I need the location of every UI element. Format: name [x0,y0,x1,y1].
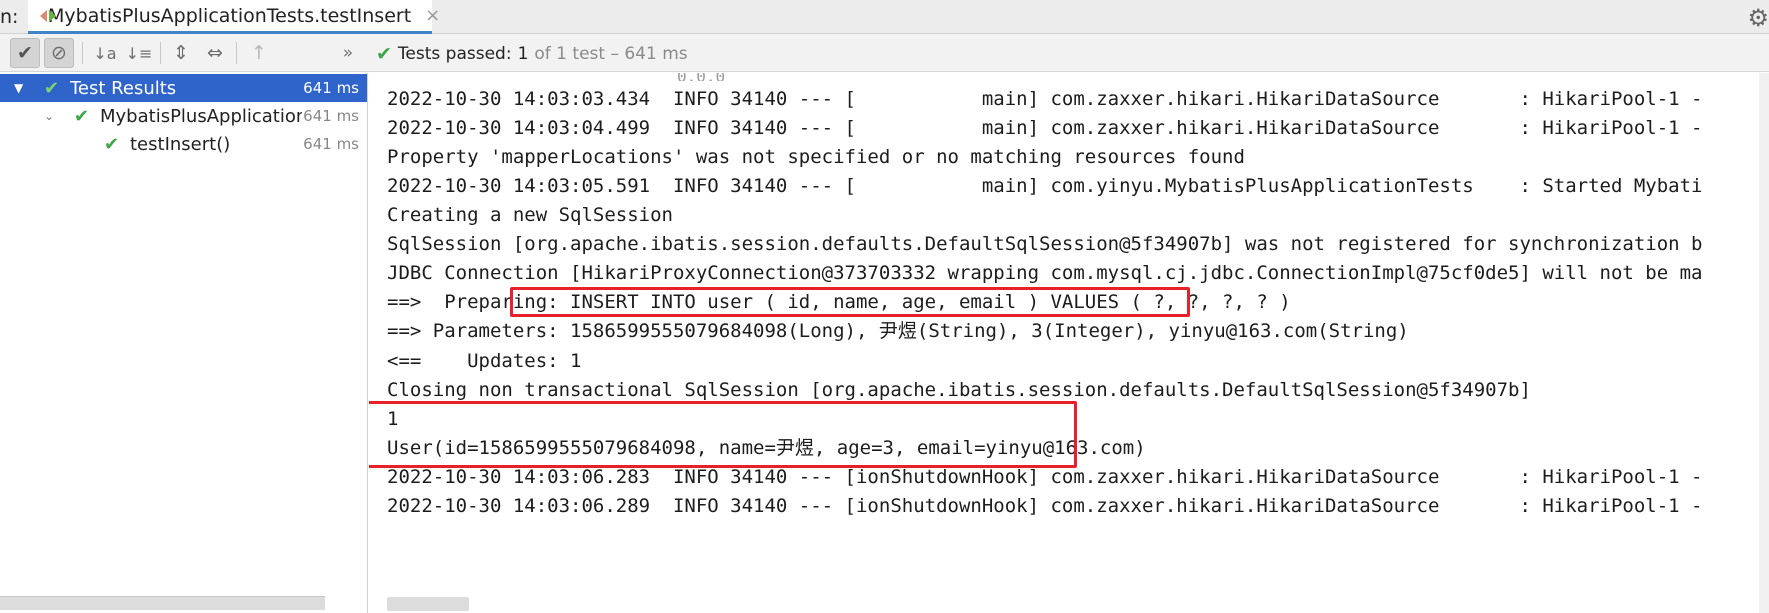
show-passed-button[interactable]: ✔ [10,38,40,68]
toolbar-separator [236,42,237,64]
console-line: SqlSession [org.apache.ibatis.session.de… [387,233,1703,255]
tree-item-test-results[interactable]: ▼ ✔ Test Results 641 ms [0,74,367,102]
sort-duration-icon: ↓≡ [125,43,153,63]
chevron-down-icon[interactable]: ⌄ [44,109,54,123]
run-label: n: [0,6,19,28]
result-highlight-box [369,401,1077,468]
test-results-tree: ▼ ✔ Test Results 641 ms ⌄ ✔ MybatisPlusA… [0,73,368,613]
tab-test-insert[interactable]: MybatisPlusApplicationTests.testInsert × [28,0,440,34]
console-line: Closing non transactional SqlSession [or… [387,379,1531,401]
collapse-all-button[interactable]: ⇔ [200,38,230,68]
more-actions-button[interactable]: » [338,38,358,68]
console-line: JDBC Connection [HikariProxyConnection@3… [387,262,1703,284]
console-line: 2022-10-30 14:03:06.289 INFO 34140 --- [… [387,495,1703,517]
collapse-all-icon: ⇔ [207,42,223,64]
tab-bar: n: MybatisPlusApplicationTests.testInser… [0,0,1769,34]
toolbar-separator [160,42,161,64]
tree-item-test-class[interactable]: ⌄ ✔ MybatisPlusApplication 641 ms [0,102,367,130]
tree-item-time: 641 ms [303,107,359,125]
sort-by-duration-button[interactable]: ↓≡ [124,38,154,68]
sort-alphabetically-button[interactable]: ↓a [90,38,120,68]
console-line: Creating a new SqlSession [387,204,673,226]
console-line: ==> Parameters: 1586599555079684098(Long… [387,320,1409,342]
more-icon: » [342,43,354,63]
console-horizontal-scrollbar[interactable] [387,597,469,611]
console-line: 2022-10-30 14:03:04.499 INFO 34140 --- [… [387,117,1703,139]
previous-failed-button[interactable]: ↑ [244,38,274,68]
toolbar-separator [82,42,83,64]
sort-alpha-icon: ↓a [93,43,117,63]
gear-icon[interactable]: ⚙ [1747,4,1769,32]
console-line: <== Updates: 1 [387,350,582,372]
check-icon: ✔ [104,133,120,155]
status-label: Tests passed: [397,44,512,64]
console-output: 0.0.0 2022-10-30 14:03:03.434 INFO 34140… [369,73,1769,613]
expand-all-icon: ⇕ [173,42,189,64]
test-runner-toolbar: ✔ ⊘ ↓a ↓≡ ⇕ ⇔ ↑ » ✔ Tests passed: 1 of 1… [0,34,1769,72]
check-icon: ✔ [17,42,33,64]
status-detail: of 1 test – 641 ms [534,44,688,64]
sql-highlight-box [510,287,1190,317]
expand-all-button[interactable]: ⇕ [166,38,196,68]
console-line: 2022-10-30 14:03:03.434 INFO 34140 --- [… [387,88,1703,110]
chevron-down-icon[interactable]: ▼ [14,81,23,95]
console-line: 2022-10-30 14:03:05.591 INFO 34140 --- [… [387,175,1703,197]
tree-horizontal-scrollbar[interactable] [0,596,325,610]
console-vertical-scrollbar[interactable] [1759,73,1769,613]
check-icon: ✔ [44,77,60,99]
tree-item-label: Test Results [70,77,177,99]
tree-item-label: testInsert() [130,133,231,155]
status-count: 1 [517,44,529,64]
show-ignored-button[interactable]: ⊘ [44,38,74,68]
console-line: Property 'mapperLocations' was not speci… [387,146,1245,168]
tree-item-time: 641 ms [303,79,359,97]
tree-item-time: 641 ms [303,135,359,153]
tab-title: MybatisPlusApplicationTests.testInsert [48,4,412,27]
close-icon[interactable]: × [425,5,440,26]
test-status: ✔ Tests passed: 1 of 1 test – 641 ms [376,43,688,65]
tree-item-label: MybatisPlusApplication [100,105,302,127]
console-clipped-line: 0.0.0 [677,73,725,81]
up-arrow-icon: ↑ [251,42,267,64]
stop-icon: ⊘ [51,42,67,64]
tree-item-test-method[interactable]: ✔ testInsert() 641 ms [0,130,367,158]
check-icon: ✔ [74,105,90,127]
check-icon: ✔ [376,43,392,65]
